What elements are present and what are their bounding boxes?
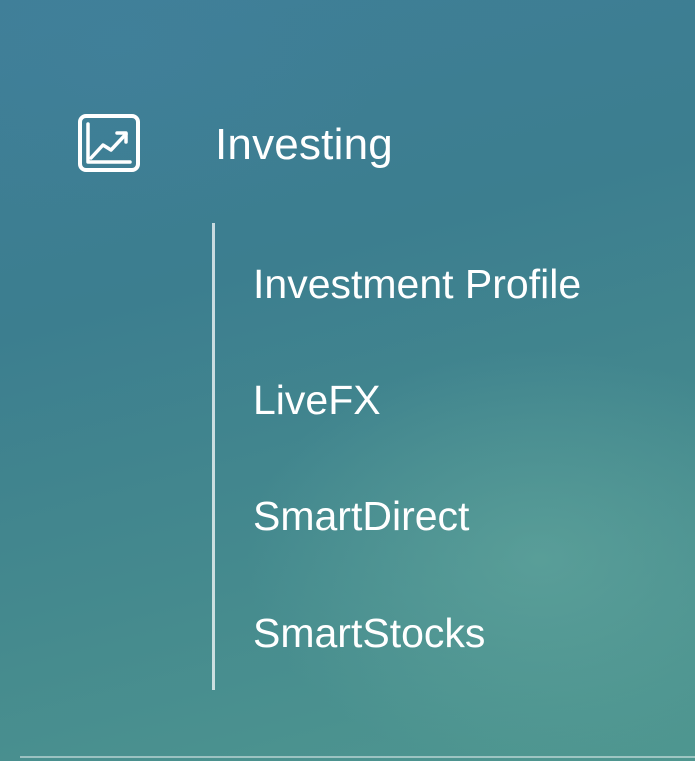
bottom-divider xyxy=(20,756,695,758)
investing-section-label: Investing xyxy=(215,120,393,169)
investing-section-header[interactable]: Investing xyxy=(78,114,638,176)
submenu-divider-line xyxy=(212,223,215,690)
submenu-item-smartstocks[interactable]: SmartStocks xyxy=(253,605,485,661)
navigation-menu: Investing Investment Profile LiveFX Smar… xyxy=(0,0,695,761)
submenu-item-smartdirect[interactable]: SmartDirect xyxy=(253,488,469,544)
trending-chart-icon xyxy=(78,114,140,176)
submenu-item-livefx[interactable]: LiveFX xyxy=(253,372,381,428)
submenu-item-investment-profile[interactable]: Investment Profile xyxy=(253,256,581,312)
investing-submenu: Investment Profile LiveFX SmartDirect Sm… xyxy=(212,223,682,690)
